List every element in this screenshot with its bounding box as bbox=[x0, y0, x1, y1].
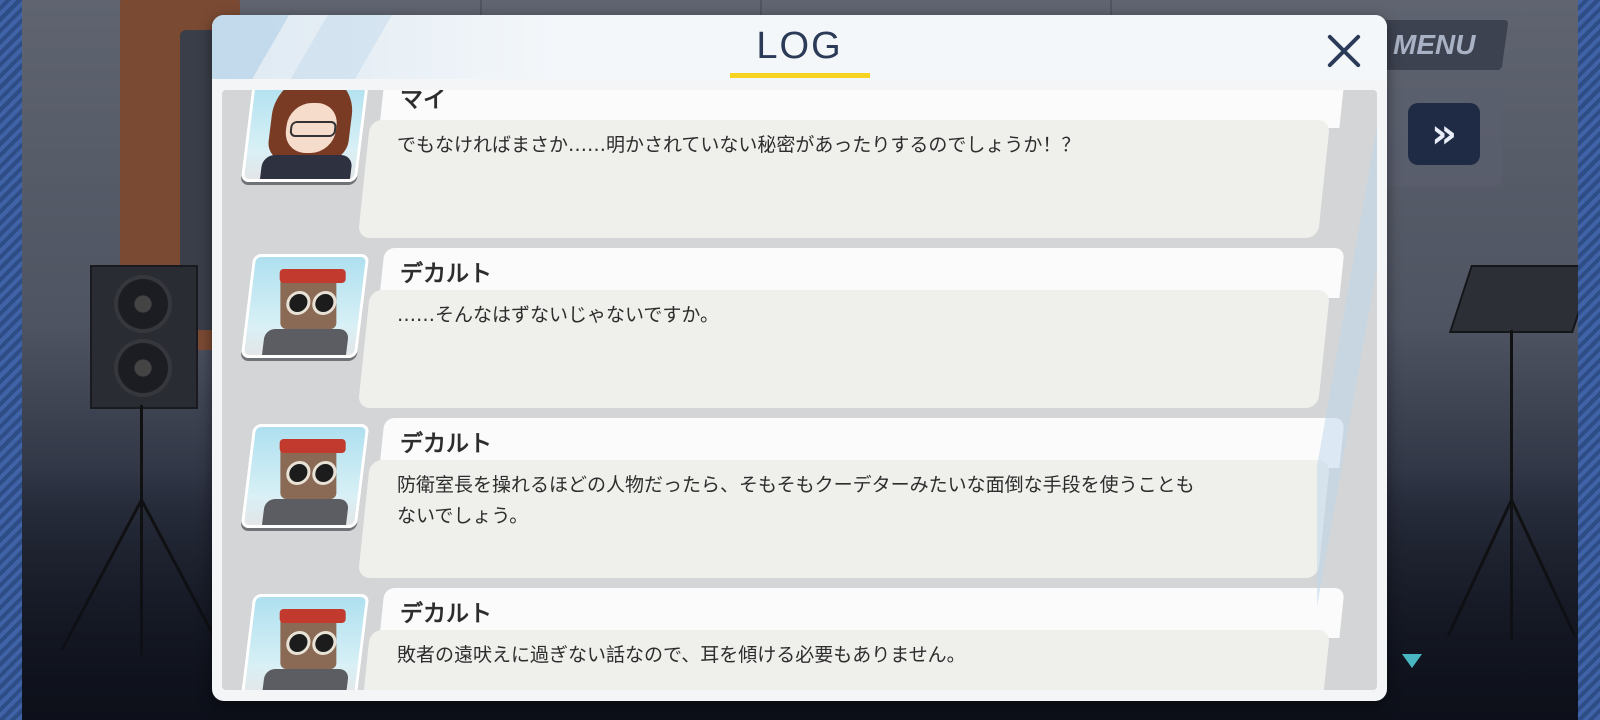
log-entry: デカルト 防衛室長を操れるほどの人物だったら、そもそもクーデターみたいな面倒な手… bbox=[222, 418, 1377, 578]
speaker-cone bbox=[114, 275, 172, 333]
speaker-name: デカルト bbox=[400, 601, 492, 627]
robot-body bbox=[261, 499, 350, 528]
left-border-stripe bbox=[0, 0, 22, 720]
speaker-avatar bbox=[240, 90, 370, 182]
speaker-avatar bbox=[240, 254, 370, 358]
music-stand-tray bbox=[1448, 265, 1596, 333]
fast-forward-button[interactable]: » bbox=[1408, 103, 1480, 165]
right-border-stripe bbox=[1578, 0, 1600, 720]
speaker-cone bbox=[114, 339, 172, 397]
dialogue-text: でもなければまさか……明かされていない秘密があったりするのでしょうか！？ bbox=[397, 134, 1081, 156]
speaker-name: マイ bbox=[400, 90, 446, 113]
scroll-down-icon bbox=[1402, 654, 1422, 668]
dialog-title: LOG bbox=[756, 25, 843, 67]
glasses-icon bbox=[289, 121, 338, 137]
dialogue-text: 敗者の遠吠えに過ぎない話なので、耳を傾ける必要もありません。 bbox=[397, 644, 966, 666]
title-underline bbox=[730, 73, 870, 78]
log-entry: デカルト 敗者の遠吠えに過ぎない話なので、耳を傾ける必要もありません。 bbox=[222, 588, 1377, 690]
robot-bandana bbox=[279, 609, 346, 623]
speaker-name: デカルト bbox=[400, 261, 492, 287]
fast-forward-icon: » bbox=[1431, 111, 1457, 157]
log-dialog: LOG マイ でもなければまさか……明かされていない秘密があったりするのでしょう… bbox=[212, 15, 1387, 701]
log-entry: マイ でもなければまさか……明かされていない秘密があったりするのでしょうか！？ bbox=[222, 90, 1377, 238]
log-entry: デカルト ……そんなはずないじゃないですか。 bbox=[222, 248, 1377, 408]
robot-bandana bbox=[279, 439, 346, 453]
mai-portrait bbox=[240, 90, 370, 182]
decart-portrait bbox=[240, 594, 370, 690]
speaker-avatar bbox=[240, 594, 370, 690]
decart-portrait bbox=[240, 424, 370, 528]
close-button[interactable] bbox=[1320, 25, 1370, 75]
portrait-outfit bbox=[259, 155, 353, 182]
robot-bandana bbox=[279, 269, 346, 283]
speaker-name: デカルト bbox=[400, 431, 492, 457]
speaker-cabinet bbox=[90, 265, 198, 409]
decart-portrait bbox=[240, 254, 370, 358]
robot-body bbox=[261, 669, 350, 690]
log-list[interactable]: マイ でもなければまさか……明かされていない秘密があったりするのでしょうか！？ … bbox=[222, 90, 1377, 690]
speaker-avatar bbox=[240, 424, 370, 528]
dialog-header: LOG bbox=[212, 15, 1387, 79]
robot-body bbox=[261, 329, 350, 358]
dialogue-text: ……そんなはずないじゃないですか。 bbox=[397, 304, 720, 326]
dialogue-text: 防衛室長を操れるほどの人物だったら、そもそもクーデターみたいな面倒な手段を使うこ… bbox=[397, 474, 1195, 527]
